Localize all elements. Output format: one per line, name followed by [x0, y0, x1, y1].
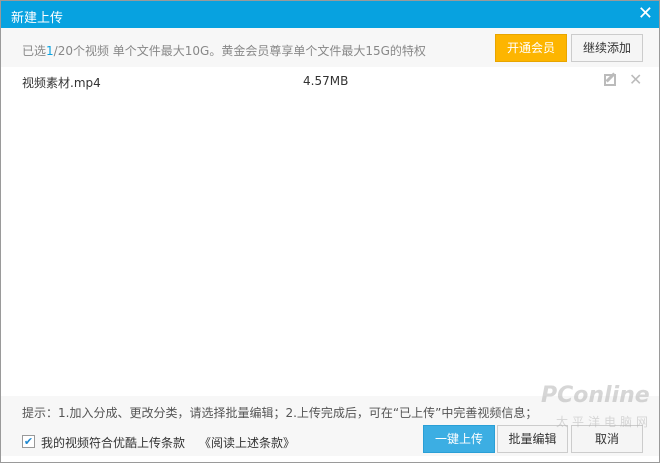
cancel-button[interactable]: 取消 [571, 425, 643, 453]
file-name: 视频素材.mp4 [22, 76, 101, 90]
batch-edit-button[interactable]: 批量编辑 [497, 425, 568, 453]
title-bar: 新建上传 ✕ [1, 1, 659, 28]
selected-count: 1 [46, 44, 54, 58]
file-row: 视频素材.mp4 4.57MB ✕ [1, 67, 659, 95]
continue-add-button[interactable]: 继续添加 [571, 34, 643, 62]
selection-info: 已选1/20个视频 单个文件最大10G。黄金会员尊享单个文件最大15G的特权 [22, 42, 426, 59]
open-vip-button[interactable]: 开通会员 [495, 34, 567, 62]
info-bar: 已选1/20个视频 单个文件最大10G。黄金会员尊享单个文件最大15G的特权 开… [1, 28, 659, 67]
upload-dialog: 新建上传 ✕ 已选1/20个视频 单个文件最大10G。黄金会员尊享单个文件最大1… [0, 0, 660, 463]
remove-icon[interactable]: ✕ [629, 70, 642, 89]
agree-checkbox[interactable]: ✔ [22, 435, 35, 448]
close-icon[interactable]: ✕ [638, 4, 653, 24]
footer: 提示：1.加入分成、更改分类，请选择批量编辑；2.上传完成后，可在“已上传”中完… [1, 396, 659, 456]
dialog-title: 新建上传 [11, 11, 64, 26]
one-click-upload-button[interactable]: 一键上传 [423, 425, 495, 453]
info-prefix: 已选 [22, 44, 47, 58]
agree-label: 我的视频符合优酷上传条款 [41, 436, 186, 450]
edit-icon[interactable] [604, 74, 616, 86]
read-terms-link[interactable]: 《阅读上述条款》 [199, 434, 295, 451]
info-suffix: /20个视频 单个文件最大10G。黄金会员尊享单个文件最大15G的特权 [53, 44, 426, 58]
file-size: 4.57MB [303, 74, 349, 88]
tip-text: 提示：1.加入分成、更改分类，请选择批量编辑；2.上传完成后，可在“已上传”中完… [22, 406, 538, 420]
